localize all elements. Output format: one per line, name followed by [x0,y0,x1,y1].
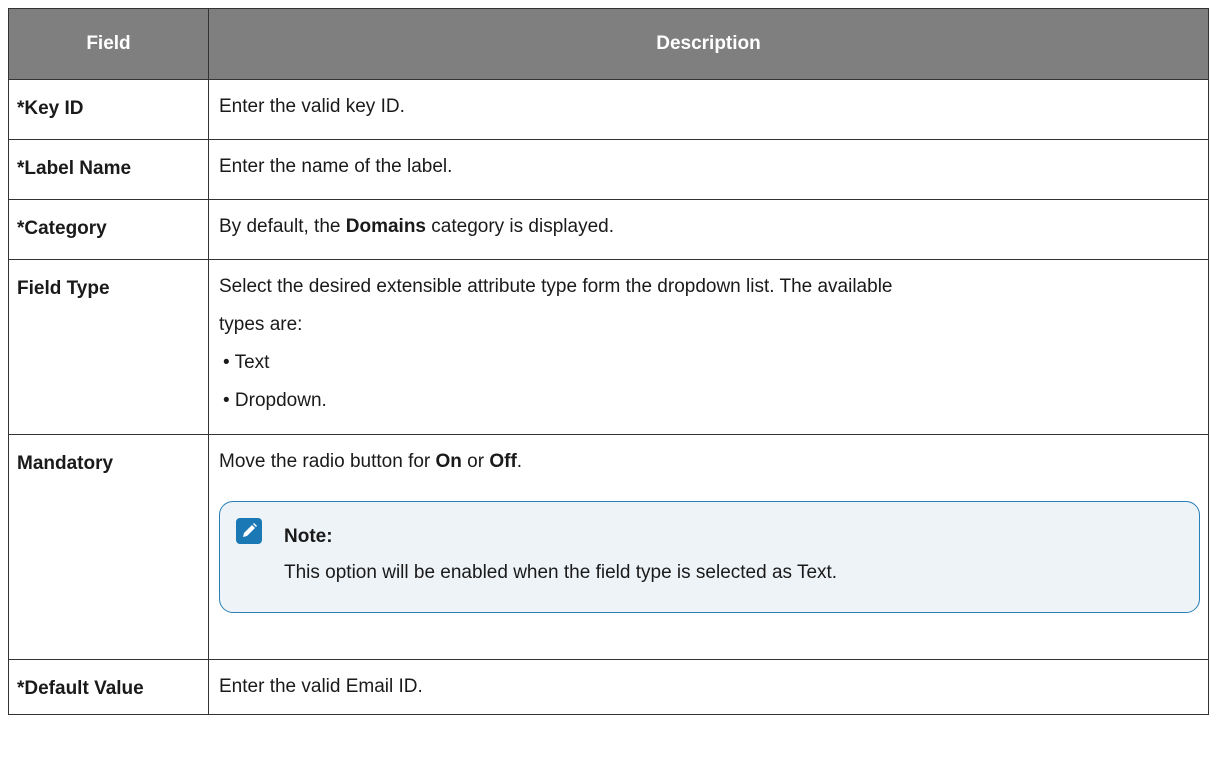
header-description: Description [208,8,1209,80]
field-description: Enter the valid key ID. [209,70,1208,126]
field-description: Enter the name of the label. [209,130,1208,186]
description-text: Move the radio button for [219,451,436,472]
description-bold-text: Off [489,451,517,472]
header-field: Field [8,8,209,80]
fields-table: Field Description *Key ID Enter the vali… [8,8,1209,715]
description-text: Select the desired extensible attribute … [219,276,893,297]
note-text: This option will be enabled when the fie… [284,562,838,583]
description-text: types are: [219,314,303,335]
table-row: Mandatory Move the radio button for On o… [8,434,1209,660]
field-name: *Label Name [17,158,132,179]
list-item: • Dropdown. [223,390,327,411]
table-row: *Default Value Enter the valid Email ID. [8,659,1209,715]
description-text: or [461,451,490,472]
field-description: Move the radio button for On or Off. Not… [209,425,1208,613]
description-text: Enter the valid Email ID. [219,676,423,697]
note-title: Note: [284,526,333,547]
description-bold-text: On [435,451,462,472]
pencil-note-icon [236,518,262,544]
description-text: Enter the valid key ID. [219,96,405,117]
table-header-row: Field Description [8,8,1209,80]
field-name: *Key ID [17,98,84,119]
description-text: . [516,451,523,472]
description-text: category is displayed. [426,216,614,237]
description-bold-text: Domains [345,216,426,237]
field-description: Enter the valid Email ID. [209,650,1208,706]
description-text: By default, the [219,216,346,237]
field-name: *Category [17,218,107,239]
field-name: Field Type [17,278,110,299]
field-description: Select the desired extensible attribute … [209,250,1208,420]
note-box: Note: This option will be enabled when t… [219,501,1200,613]
field-name: *Default Value [17,678,144,699]
table-row: Field Type Select the desired extensible… [8,259,1209,435]
list-item: • Text [223,352,270,373]
description-text: Enter the name of the label. [219,156,453,177]
field-description: By default, the Domains category is disp… [209,190,1208,246]
field-name: Mandatory [17,453,114,474]
